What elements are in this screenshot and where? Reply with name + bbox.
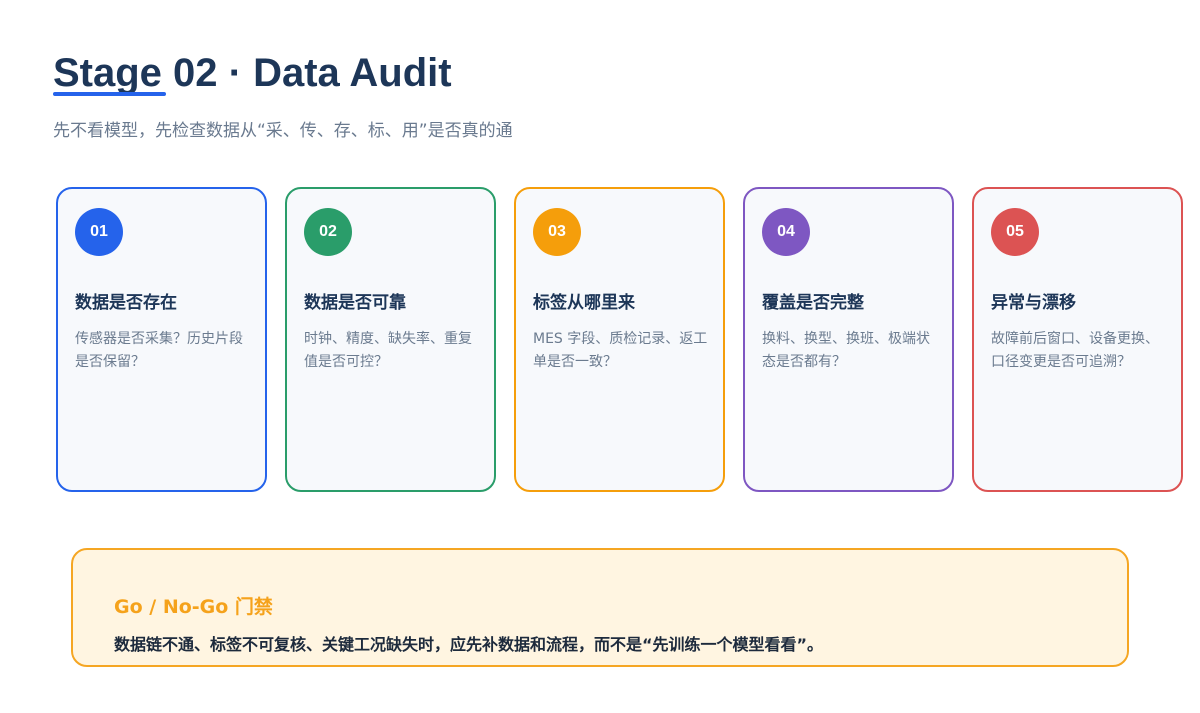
- step-number-badge: 04: [762, 208, 810, 256]
- audit-card-04: 04 覆盖是否完整 换料、换型、换班、极端状态是否都有？: [743, 187, 954, 492]
- step-number-badge: 02: [304, 208, 352, 256]
- title-underline: [53, 92, 166, 96]
- card-description: 换料、换型、换班、极端状态是否都有？: [762, 331, 930, 370]
- step-number-badge: 01: [75, 208, 123, 256]
- step-number-badge: 03: [533, 208, 581, 256]
- gate-title: Go / No-Go 门禁: [114, 596, 273, 618]
- gate-description: 数据链不通、标签不可复核、关键工况缺失时，应先补数据和流程，而不是“先训练一个模…: [114, 635, 824, 654]
- audit-card-05: 05 异常与漂移 故障前后窗口、设备更换、口径变更是否可追溯？: [972, 187, 1183, 492]
- audit-card-03: 03 标签从哪里来 MES 字段、质检记录、返工单是否一致？: [514, 187, 725, 492]
- go-no-go-gate-box: Go / No-Go 门禁 数据链不通、标签不可复核、关键工况缺失时，应先补数据…: [71, 548, 1129, 667]
- card-title: 数据是否存在: [75, 293, 177, 313]
- card-title: 标签从哪里来: [533, 293, 635, 313]
- card-description: MES 字段、质检记录、返工单是否一致？: [533, 331, 708, 370]
- header: Stage 02 · Data Audit: [53, 48, 452, 98]
- card-title: 数据是否可靠: [304, 293, 406, 313]
- card-description: 时钟、精度、缺失率、重复值是否可控？: [304, 331, 472, 370]
- card-title: 异常与漂移: [991, 293, 1076, 313]
- card-title: 覆盖是否完整: [762, 293, 864, 313]
- card-description: 传感器是否采集？历史片段是否保留？: [75, 331, 243, 370]
- page-subtitle: 先不看模型，先检查数据从“采、传、存、标、用”是否真的通: [53, 121, 513, 141]
- audit-card-01: 01 数据是否存在 传感器是否采集？历史片段是否保留？: [56, 187, 267, 492]
- page-title: Stage 02 · Data Audit: [53, 51, 452, 95]
- card-description: 故障前后窗口、设备更换、口径变更是否可追溯？: [991, 331, 1159, 370]
- audit-card-02: 02 数据是否可靠 时钟、精度、缺失率、重复值是否可控？: [285, 187, 496, 492]
- step-number-badge: 05: [991, 208, 1039, 256]
